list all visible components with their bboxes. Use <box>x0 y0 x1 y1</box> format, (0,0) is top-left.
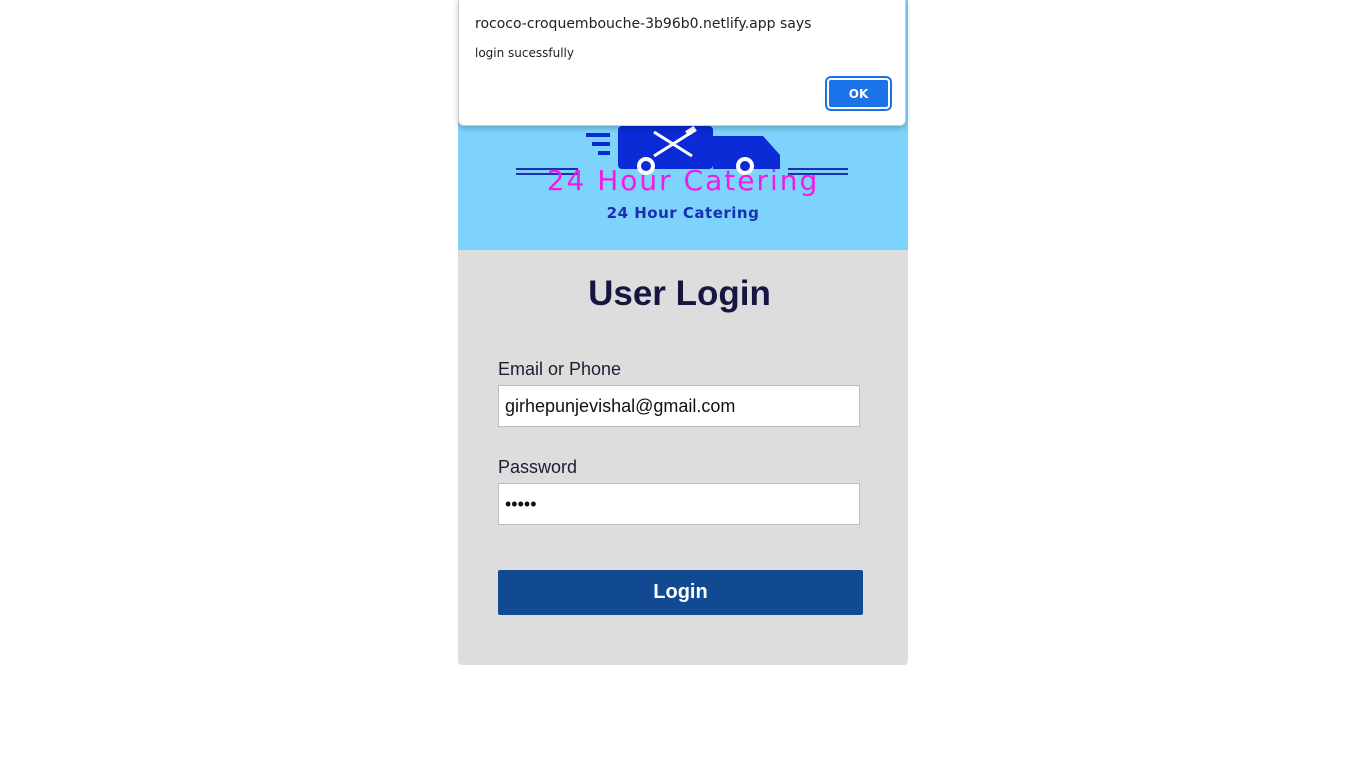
dialog-title: rococo-croquembouche-3b96b0.netlify.app … <box>475 16 812 32</box>
page-title: User Login <box>588 274 771 313</box>
email-field[interactable] <box>498 385 860 427</box>
password-label: Password <box>498 457 578 477</box>
alert-dialog: rococo-croquembouche-3b96b0.netlify.app … <box>458 0 906 126</box>
logo-title: 24 Hour Catering <box>546 164 820 197</box>
login-button[interactable]: Login <box>498 570 863 615</box>
email-label: Email or Phone <box>498 359 622 379</box>
logo-subtitle: 24 Hour Catering <box>606 204 760 222</box>
ok-button[interactable]: OK <box>825 76 892 111</box>
password-field[interactable] <box>498 483 860 525</box>
dialog-message: login sucessfully <box>475 46 574 60</box>
